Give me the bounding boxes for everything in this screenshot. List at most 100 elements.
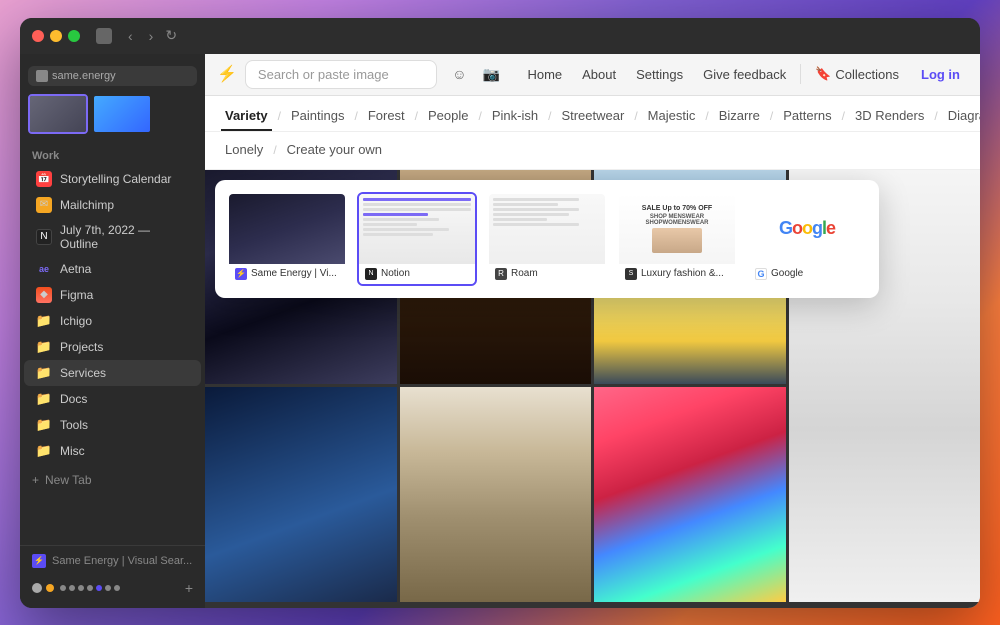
sidebar-item-aetna[interactable]: ae Aetna bbox=[24, 256, 201, 282]
sidebar-item-figma[interactable]: ◆ Figma bbox=[24, 282, 201, 308]
tab-bizarre[interactable]: Bizarre bbox=[715, 102, 764, 131]
sidebar-bottom-tab[interactable]: ⚡ Same Energy | Visual Sear... bbox=[20, 545, 205, 576]
sidebar-item-services[interactable]: 📁 Services bbox=[24, 360, 201, 386]
tab-card-google[interactable]: Google G Google bbox=[747, 192, 867, 286]
folder-icon: 📁 bbox=[36, 417, 52, 433]
sidebar-item-mailchimp[interactable]: ✉ Mailchimp bbox=[24, 192, 201, 218]
notion-line bbox=[363, 198, 471, 201]
maximize-button[interactable] bbox=[68, 30, 80, 42]
luxury-subtext: SHOP MENSWEAR SHOPWOMENSWEAR bbox=[623, 214, 731, 226]
sidebar-item-ichigo[interactable]: 📁 Ichigo bbox=[24, 308, 201, 334]
figma-icon: ◆ bbox=[36, 287, 52, 303]
tab-paintings[interactable]: Paintings bbox=[287, 102, 348, 131]
indicator-dot bbox=[78, 585, 84, 591]
sidebar-tab-1[interactable] bbox=[28, 94, 88, 134]
notion-line bbox=[363, 213, 428, 216]
tab-variety[interactable]: Variety bbox=[221, 102, 272, 131]
tab-thumbnail-same-energy bbox=[229, 194, 345, 264]
g-blue2: g bbox=[812, 218, 822, 238]
tab-title-luxury: Luxury fashion &... bbox=[641, 268, 724, 279]
tab-label-luxury: S Luxury fashion &... bbox=[619, 264, 735, 284]
grid-cell-8[interactable] bbox=[205, 605, 397, 608]
google-favicon: G bbox=[755, 268, 767, 280]
emoji-button[interactable]: ☺ bbox=[445, 60, 473, 88]
sidebar-item-storytelling[interactable]: 📅 Storytelling Calendar bbox=[24, 166, 201, 192]
indicator-dot bbox=[87, 585, 93, 591]
tab-streetwear[interactable]: Streetwear bbox=[557, 102, 628, 131]
tab-people[interactable]: People bbox=[424, 102, 472, 131]
folder-icon: 📁 bbox=[36, 391, 52, 407]
tab-3d-renders[interactable]: 3D Renders bbox=[851, 102, 928, 131]
sidebar-favicon bbox=[36, 70, 48, 82]
home-link[interactable]: Home bbox=[521, 63, 568, 86]
login-button[interactable]: Log in bbox=[913, 63, 968, 86]
sidebar-item-tools[interactable]: 📁 Tools bbox=[24, 412, 201, 438]
settings-link[interactable]: Settings bbox=[630, 63, 689, 86]
tab-lonely[interactable]: Lonely bbox=[221, 136, 267, 165]
minimize-button[interactable] bbox=[50, 30, 62, 42]
new-tab-button[interactable]: + New Tab bbox=[20, 468, 205, 492]
new-tab-label: New Tab bbox=[45, 473, 91, 487]
forward-button[interactable]: › bbox=[145, 26, 158, 46]
grid-cell-7[interactable] bbox=[594, 387, 786, 602]
sidebar: same.energy Work 📅 Storytelling Calendar… bbox=[20, 54, 205, 608]
tab-card-notion[interactable]: N Notion bbox=[357, 192, 477, 286]
grid-cell-6[interactable] bbox=[400, 387, 592, 602]
tab-title-notion: Notion bbox=[381, 268, 410, 279]
notion-line bbox=[363, 208, 471, 211]
tab-patterns[interactable]: Patterns bbox=[779, 102, 835, 131]
camera-button[interactable]: 📷 bbox=[477, 60, 505, 88]
sidebar-bottom-bar: + bbox=[20, 576, 205, 600]
indicator-dot bbox=[105, 585, 111, 591]
main-area: same.energy Work 📅 Storytelling Calendar… bbox=[20, 54, 980, 608]
tab-forest[interactable]: Forest bbox=[364, 102, 409, 131]
saks-favicon: S bbox=[625, 268, 637, 280]
back-button[interactable]: ‹ bbox=[124, 26, 137, 46]
sidebar-item-docs[interactable]: 📁 Docs bbox=[24, 386, 201, 412]
indicator-dot bbox=[60, 585, 66, 591]
tab-card-luxury[interactable]: SALE Up to 70% OFF SHOP MENSWEAR SHOPWOM… bbox=[617, 192, 737, 286]
tab-diagrams[interactable]: Diagrams bbox=[944, 102, 980, 131]
notion-line bbox=[363, 228, 449, 231]
title-bar: ‹ › ↻ bbox=[20, 18, 980, 54]
browser-content: ⚡ Search or paste image ☺ 📷 Home About S… bbox=[205, 54, 980, 608]
roam-line bbox=[493, 223, 579, 226]
aetna-icon: ae bbox=[36, 261, 52, 277]
collections-label: Collections bbox=[835, 67, 899, 82]
close-button[interactable] bbox=[32, 30, 44, 42]
roam-line bbox=[493, 208, 579, 211]
sidebar-item-label: Ichigo bbox=[60, 314, 92, 328]
tab-majestic[interactable]: Majestic bbox=[644, 102, 700, 131]
sidebar-item-misc[interactable]: 📁 Misc bbox=[24, 438, 201, 464]
collections-button[interactable]: 🔖 Collections bbox=[809, 62, 905, 86]
tab-label-google: G Google bbox=[749, 264, 865, 284]
refresh-button[interactable]: ↻ bbox=[165, 27, 177, 44]
g-red2: e bbox=[826, 218, 835, 238]
indicator-dot-active bbox=[96, 585, 102, 591]
sidebar-item-outline[interactable]: N July 7th, 2022 — Outline bbox=[24, 218, 201, 256]
bookmark-icon: 🔖 bbox=[815, 66, 831, 82]
tab-pinkish[interactable]: Pink-ish bbox=[488, 102, 542, 131]
add-indicator-button[interactable]: + bbox=[185, 580, 193, 596]
roam-line bbox=[493, 218, 547, 221]
tab-create-your-own[interactable]: Create your own bbox=[283, 136, 386, 165]
notion-line bbox=[363, 218, 439, 221]
g-blue: G bbox=[779, 218, 792, 238]
bolt-sidebar-icon: ⚡ bbox=[32, 554, 46, 568]
sidebar-item-label: Figma bbox=[60, 288, 93, 302]
roam-favicon: R bbox=[495, 268, 507, 280]
dot-indicators bbox=[60, 585, 120, 591]
about-link[interactable]: About bbox=[576, 63, 622, 86]
tab-card-same-energy[interactable]: ⚡ Same Energy | Vi... bbox=[227, 192, 347, 286]
tab-card-roam[interactable]: R Roam bbox=[487, 192, 607, 286]
feedback-link[interactable]: Give feedback bbox=[697, 63, 792, 86]
sidebar-item-projects[interactable]: 📁 Projects bbox=[24, 334, 201, 360]
search-bar[interactable]: Search or paste image bbox=[245, 60, 438, 89]
tab-label-notion: N Notion bbox=[359, 264, 475, 284]
sidebar-url-bar[interactable]: same.energy bbox=[28, 66, 197, 86]
sidebar-tab-2[interactable] bbox=[92, 94, 152, 134]
grid-cell-4[interactable] bbox=[205, 387, 397, 602]
tab-thumbnail-roam bbox=[489, 194, 605, 264]
tab-thumbnail-notion bbox=[359, 194, 475, 264]
browser-toolbar: ⚡ Search or paste image ☺ 📷 Home About S… bbox=[205, 54, 980, 96]
